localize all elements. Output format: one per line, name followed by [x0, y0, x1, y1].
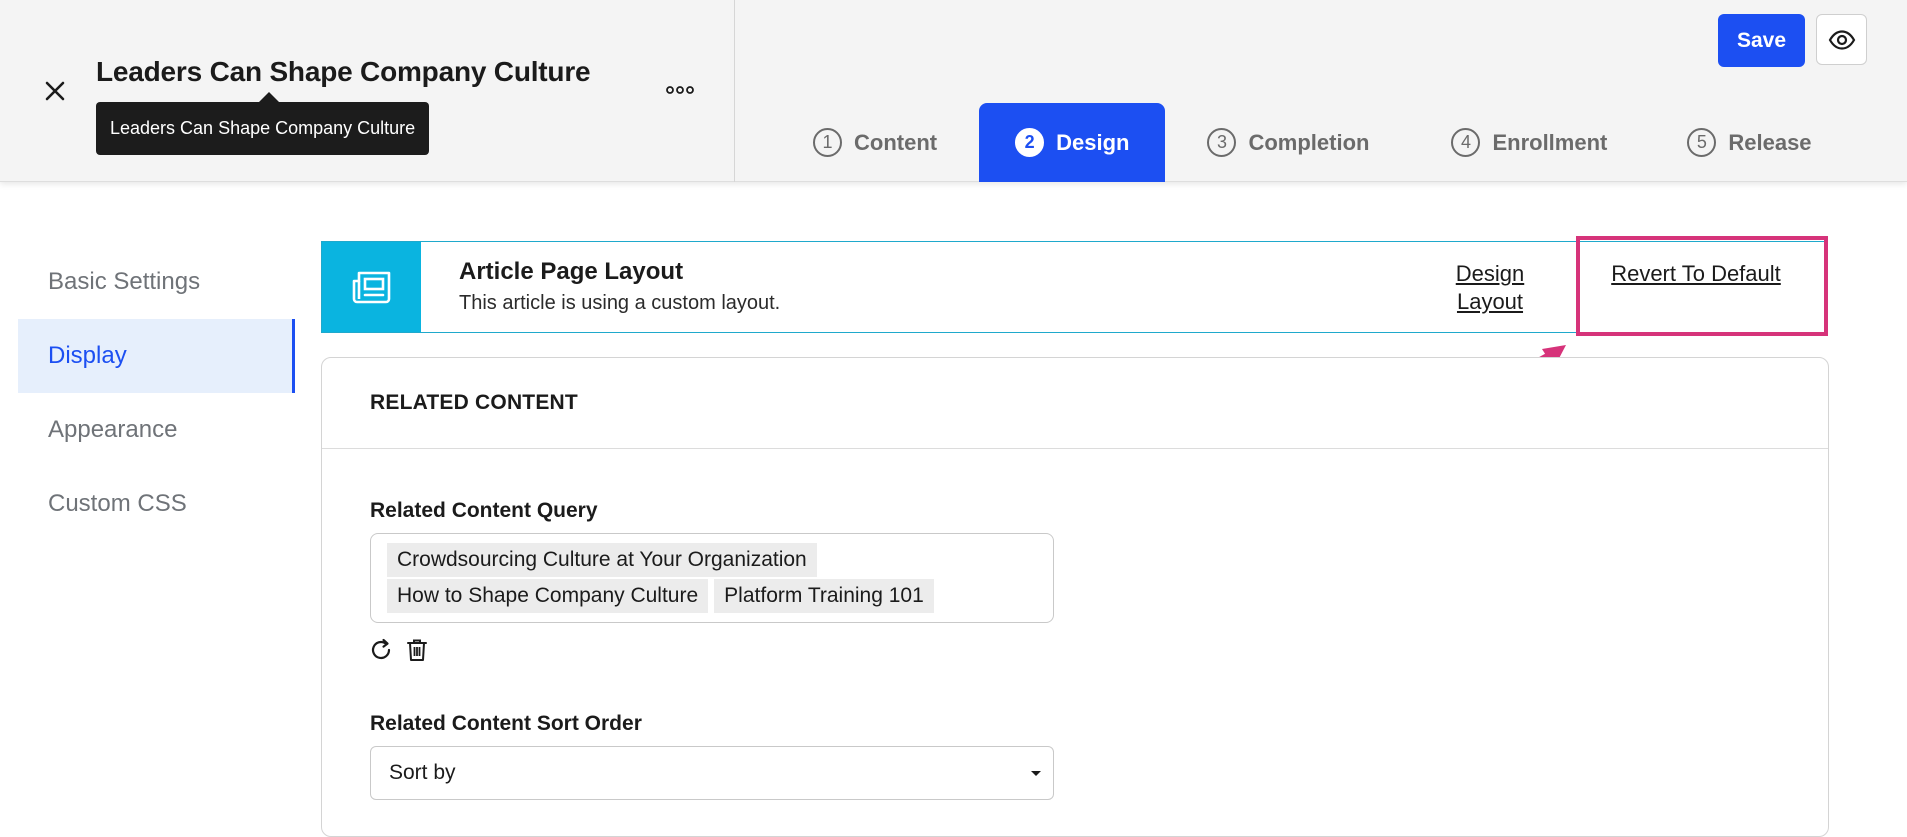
tab-release[interactable]: 5 Release — [1667, 103, 1831, 182]
save-button[interactable]: Save — [1718, 14, 1805, 67]
related-content-heading: RELATED CONTENT — [322, 358, 1828, 449]
step-number: 5 — [1687, 128, 1717, 157]
refresh-query-button[interactable] — [368, 637, 394, 663]
tab-label: Completion — [1248, 129, 1370, 155]
header-title-area: Leaders Can Shape Company Culture Leader… — [0, 0, 735, 182]
tab-label: Enrollment — [1492, 129, 1608, 155]
trash-icon — [407, 639, 427, 661]
step-tabs: 1 Content 2 Design 3 Completion 4 Enroll… — [775, 103, 1832, 182]
page-title: Leaders Can Shape Company Culture — [96, 56, 591, 87]
sidebar-item-basic-settings[interactable]: Basic Settings — [18, 245, 295, 319]
delete-query-button[interactable] — [404, 637, 430, 663]
sidebar-item-custom-css[interactable]: Custom CSS — [18, 467, 295, 541]
query-chip[interactable]: Platform Training 101 — [714, 579, 934, 613]
refresh-icon — [371, 638, 391, 660]
title-tooltip: Leaders Can Shape Company Culture — [96, 92, 430, 155]
tab-completion[interactable]: 3 Completion — [1187, 103, 1389, 182]
sort-order-value: Sort by — [389, 761, 456, 784]
sidebar-item-display[interactable]: Display — [18, 319, 295, 393]
chevron-down-icon — [1031, 771, 1041, 776]
tab-label: Design — [1056, 129, 1130, 155]
settings-sidebar: Basic Settings Display Appearance Custom… — [18, 245, 295, 541]
more-horizontal-icon — [666, 86, 694, 94]
tab-design[interactable]: 2 Design — [979, 103, 1166, 182]
related-query-label: Related Content Query — [370, 499, 598, 522]
sidebar-item-appearance[interactable]: Appearance — [18, 393, 295, 467]
tab-content[interactable]: 1 Content — [793, 103, 957, 182]
query-chip[interactable]: Crowdsourcing Culture at Your Organizati… — [387, 543, 817, 577]
banner-title: Article Page Layout — [459, 258, 684, 285]
tab-enrollment[interactable]: 4 Enrollment — [1431, 103, 1627, 182]
eye-icon — [1828, 29, 1855, 50]
newspaper-icon — [352, 271, 390, 304]
sort-order-label: Related Content Sort Order — [370, 712, 642, 735]
revert-to-default-link[interactable]: Revert To Default — [1601, 260, 1791, 288]
more-options-button[interactable] — [664, 76, 696, 104]
close-icon — [45, 81, 65, 101]
tab-label: Content — [854, 129, 938, 155]
design-layout-link[interactable]: Design Layout — [1435, 260, 1545, 316]
step-number: 4 — [1451, 128, 1481, 157]
layout-banner: Article Page Layout This article is usin… — [321, 241, 1828, 333]
banner-subtitle: This article is using a custom layout. — [459, 292, 781, 314]
banner-icon-box — [322, 242, 421, 332]
preview-button[interactable] — [1816, 14, 1867, 65]
related-query-input[interactable]: Crowdsourcing Culture at Your Organizati… — [370, 533, 1054, 623]
step-number: 3 — [1207, 128, 1237, 157]
step-number: 1 — [813, 128, 842, 157]
top-header: Leaders Can Shape Company Culture Leader… — [0, 0, 1907, 182]
query-actions — [368, 637, 430, 663]
tab-label: Release — [1728, 129, 1812, 155]
related-content-card: RELATED CONTENT Related Content Query Cr… — [321, 357, 1829, 837]
sort-order-select[interactable]: Sort by — [370, 746, 1054, 800]
close-button[interactable] — [38, 74, 72, 108]
step-number: 2 — [1015, 128, 1045, 157]
query-chip[interactable]: How to Shape Company Culture — [387, 579, 709, 613]
